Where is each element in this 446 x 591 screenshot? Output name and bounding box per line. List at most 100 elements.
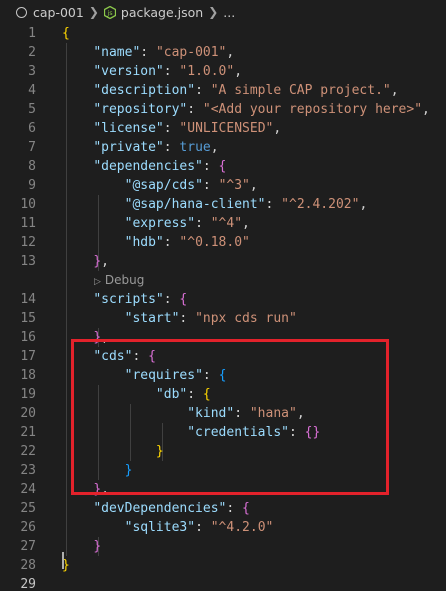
breadcrumb-more[interactable]: ... [223,5,235,20]
code-token: : [140,45,156,60]
code-token: : [163,64,180,79]
code-token: : [163,235,180,250]
code-line[interactable]: 3 "version": "1.0.0", [0,62,446,81]
code-token: : [195,83,211,98]
code-line[interactable]: 25 "devDependencies": { [0,499,446,518]
code-text: "version": "1.0.0", [62,62,242,81]
code-token: "<Add your repository here>" [202,102,423,117]
code-line[interactable]: 6 "license": "UNLICENSED", [0,119,446,138]
line-number: 23 [20,463,36,478]
code-token: { [179,292,188,307]
code-token: "^0.18.0" [179,235,250,250]
code-token: , [101,254,109,269]
line-number: 29 [20,577,36,591]
code-text: "start": "npx cds run" [62,309,297,328]
code-token: "A simple CAP project." [210,83,391,98]
breadcrumb-file[interactable]: js package.json [103,5,203,20]
debug-codelens[interactable]: ▷ Debug [94,271,144,290]
code-text: "dependencies": { [62,157,226,176]
code-line[interactable]: 14 "scripts": { [0,290,446,309]
code-line[interactable]: 11 "express": "^4", [0,214,446,233]
code-token: : [202,178,219,193]
highlight-box-cds-section [71,339,389,495]
breadcrumb: cap-001 ❯ js package.json ❯ ... [0,0,446,24]
code-token: "devDependencies" [93,501,227,516]
code-text: "sqlite3": "^4.2.0" [62,518,274,537]
line-number: 9 [28,178,36,193]
code-token: "license" [93,121,164,136]
code-token: , [273,121,282,136]
code-token: "private" [93,140,164,155]
code-text: "repository": "<Add your repository here… [62,100,430,119]
code-line[interactable]: 5 "repository": "<Add your repository he… [0,100,446,119]
code-text: "description": "A simple CAP project.", [62,81,398,100]
code-line[interactable]: 1{ [0,24,446,43]
code-token: , [249,178,258,193]
code-line[interactable]: 8 "dependencies": { [0,157,446,176]
code-token: "^3" [218,178,250,193]
code-token: , [242,216,250,231]
code-line[interactable]: 10 "@sap/hana-client": "^2.4.202", [0,195,446,214]
code-token: } [93,254,102,269]
code-line[interactable]: 9 "@sap/cds": "^3", [0,176,446,195]
code-token: : [163,292,180,307]
code-token: { [218,159,227,174]
code-line[interactable]: 26 "sqlite3": "^4.2.0" [0,518,446,537]
code-token: "scripts" [93,292,164,307]
line-number: 1 [28,26,36,41]
code-token: "@sap/cds" [124,178,203,193]
code-line[interactable]: 4 "description": "A simple CAP project."… [0,81,446,100]
code-line[interactable]: 28} [0,556,446,575]
code-line[interactable]: 12 "hdb": "^0.18.0" [0,233,446,252]
code-token: : [187,102,203,117]
code-token: : [163,121,180,136]
code-line[interactable]: 2 "name": "cap-001", [0,43,446,62]
code-text: } [62,537,101,556]
line-number: 5 [28,102,36,117]
line-number: 19 [20,387,36,402]
line-number: 10 [20,197,36,212]
breadcrumb-folder-label: cap-001 [33,4,84,20]
code-token: : [195,520,211,535]
line-number: 22 [20,444,36,459]
code-token: { [62,26,70,41]
code-text: "express": "^4", [62,214,250,233]
breadcrumb-folder[interactable]: cap-001 [0,5,84,20]
code-text: { [62,24,70,43]
line-number: 27 [20,539,36,554]
code-line[interactable]: 27 } [0,537,446,556]
debug-codelens-label: Debug [104,273,145,287]
code-token: "^4.2.0" [210,520,274,535]
code-text: "@sap/hana-client": "^2.4.202", [62,195,368,214]
line-number: 8 [28,159,36,174]
line-number: 4 [28,83,36,98]
code-token: , [234,64,243,79]
line-number: 14 [20,292,36,307]
line-number: 6 [28,121,36,136]
code-line[interactable]: 7 "private": true, [0,138,446,157]
code-text: "@sap/cds": "^3", [62,176,258,195]
text-cursor [62,552,64,569]
svg-text:js: js [106,9,113,17]
code-token: "hdb" [124,235,164,250]
chevron-right-icon: ❯ [88,5,99,19]
code-token: "name" [93,45,141,60]
code-line[interactable]: 15 "start": "npx cds run" [0,309,446,328]
line-number: 17 [20,349,36,364]
code-text: "private": true, [62,138,218,157]
line-number: 3 [28,64,36,79]
code-line[interactable]: 13 }, [0,252,446,271]
code-editor[interactable]: ▷ Debug 1{2 "name": "cap-001", 3 "version"… [0,24,446,591]
code-token: "@sap/hana-client" [124,197,266,212]
code-token: "^2.4.202" [281,197,360,212]
code-line[interactable]: 29 [0,575,446,591]
